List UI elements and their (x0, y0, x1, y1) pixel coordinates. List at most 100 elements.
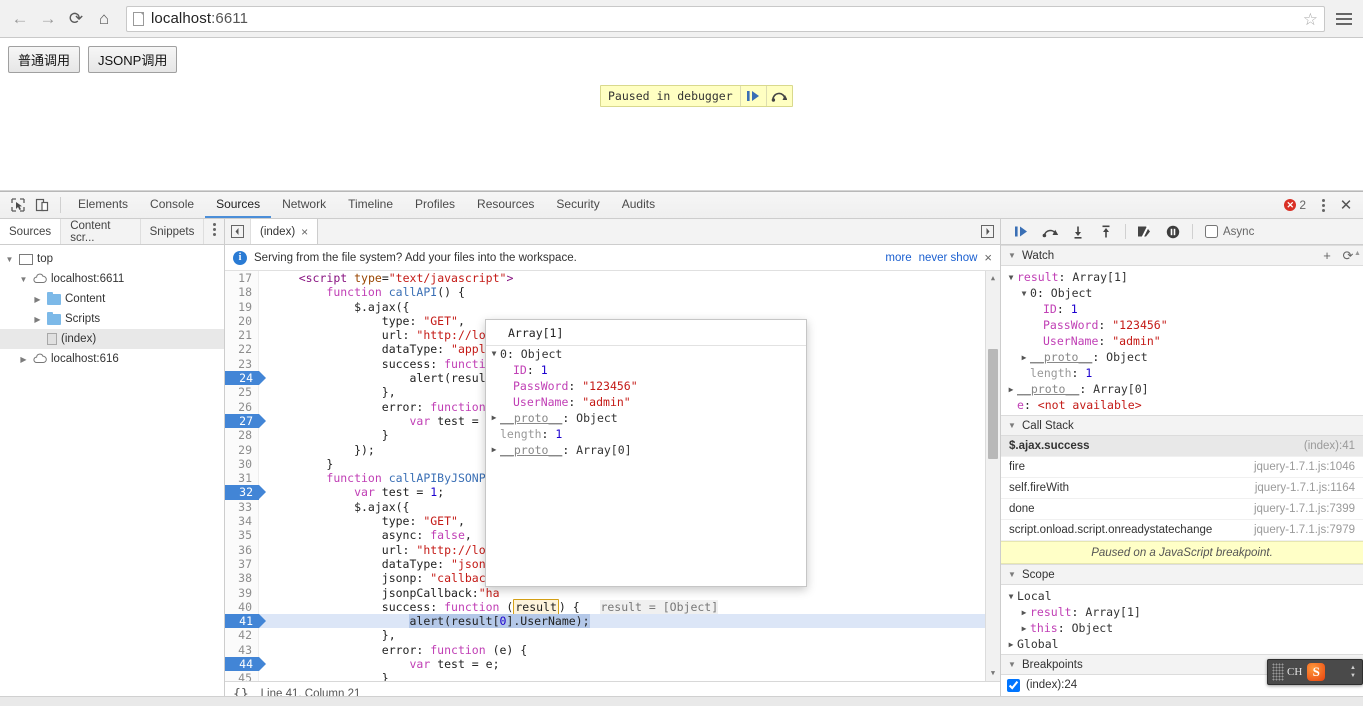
tab-sources[interactable]: Sources (205, 192, 272, 218)
chevron-down-icon[interactable]: ▼ (1005, 273, 1017, 282)
hamburger-menu-icon[interactable] (1331, 5, 1357, 33)
scroll-up-icon[interactable]: ▲ (1352, 247, 1363, 259)
tab-timeline[interactable]: Timeline (337, 192, 404, 218)
breakpoint-checkbox[interactable] (1007, 678, 1020, 692)
close-icon[interactable]: × (301, 225, 308, 239)
chevron-right-icon[interactable]: ▶ (18, 355, 29, 364)
line-number[interactable]: 34 (225, 514, 259, 529)
chevron-down-icon[interactable]: ▼ (1005, 592, 1017, 601)
call-stack-frame[interactable]: fire jquery-1.7.1.js:1046 (1001, 457, 1363, 478)
normal-call-button[interactable]: 普通调用 (8, 46, 81, 73)
object-preview-row[interactable]: ▶length: 1 (486, 426, 806, 442)
code-line[interactable]: 40 success: function (result) { result =… (225, 598, 1000, 615)
line-number[interactable]: 35 (225, 528, 259, 543)
chevron-right-icon[interactable]: ▶ (32, 295, 43, 304)
scope-row[interactable]: ▼ Local (1003, 588, 1363, 604)
object-preview-row[interactable]: ▶PassWord: "123456" (486, 378, 806, 394)
chevron-right-icon[interactable]: ▶ (1018, 353, 1030, 362)
tree-item-localhost-616[interactable]: ▶ localhost:616 (0, 349, 224, 369)
chevron-right-icon[interactable]: ▶ (1018, 624, 1030, 633)
chevron-right-icon[interactable]: ▶ (1005, 385, 1017, 394)
scrollbar-thumb[interactable] (988, 349, 998, 459)
close-icon[interactable]: × (984, 250, 992, 265)
line-number[interactable]: 32 (225, 485, 266, 500)
code-line[interactable]: 41 alert(result[0].UserName); (225, 614, 1000, 629)
line-number[interactable]: 43 (225, 642, 259, 658)
watch-section-header[interactable]: ▼ Watch + ⟳ (1001, 245, 1363, 266)
expand-icon[interactable]: ▲ ▼ (1350, 665, 1356, 679)
tab-security[interactable]: Security (545, 192, 610, 218)
chevron-down-icon[interactable]: ▼ (18, 275, 29, 284)
collapse-sidebar-icon[interactable] (225, 219, 251, 244)
step-out-button[interactable] (1093, 221, 1119, 243)
async-checkbox[interactable] (1205, 225, 1218, 238)
tab-console[interactable]: Console (139, 192, 205, 218)
tree-item-index[interactable]: ▶ (index) (0, 329, 224, 349)
kebab-menu-icon[interactable] (1313, 195, 1333, 215)
line-number[interactable]: 26 (225, 399, 259, 414)
subtab-kebab-menu-icon[interactable] (204, 219, 224, 239)
line-number[interactable]: 27 (225, 413, 266, 429)
chevron-down-icon[interactable]: ▼ (488, 347, 500, 361)
line-number[interactable]: 17 (225, 271, 259, 286)
chevron-down-icon[interactable]: ▼ (1007, 660, 1017, 669)
back-button[interactable]: ← (6, 5, 34, 33)
line-number[interactable]: 30 (225, 456, 259, 472)
scope-row[interactable]: ▶ Global (1003, 636, 1363, 652)
line-number[interactable]: 40 (225, 599, 259, 615)
jsonp-call-button[interactable]: JSONP调用 (88, 46, 178, 73)
watch-row[interactable]: ▶UserName: "admin" (1003, 333, 1363, 349)
tab-network[interactable]: Network (271, 192, 337, 218)
forward-button[interactable]: → (34, 5, 62, 33)
resume-script-icon[interactable] (739, 86, 766, 106)
watch-row[interactable]: ▶ID: 1 (1003, 301, 1363, 317)
line-number[interactable]: 36 (225, 542, 259, 557)
star-icon[interactable]: ☆ (1303, 10, 1318, 30)
line-number[interactable]: 20 (225, 313, 259, 329)
chevron-down-icon[interactable]: ▼ (1018, 289, 1030, 298)
line-number[interactable]: 19 (225, 299, 259, 314)
editor-file-tab-index[interactable]: (index) × (251, 219, 319, 244)
code-line[interactable]: 45 } (225, 671, 1000, 681)
call-stack-frame[interactable]: done jquery-1.7.1.js:7399 (1001, 499, 1363, 520)
deactivate-breakpoints-button[interactable] (1132, 221, 1158, 243)
scroll-down-icon[interactable]: ▼ (986, 666, 1000, 681)
code-line[interactable]: 17 <script type="text/javascript"> (225, 271, 1000, 286)
editor-scrollbar[interactable]: ▲ ▼ (985, 271, 1000, 681)
code-editor[interactable]: 17 <script type="text/javascript"> 18 fun… (225, 271, 1000, 681)
subtab-content-scripts[interactable]: Content scr... (61, 219, 141, 244)
more-link[interactable]: more (885, 252, 911, 264)
line-number[interactable]: 37 (225, 556, 259, 572)
tab-profiles[interactable]: Profiles (404, 192, 466, 218)
resume-script-button[interactable] (1009, 221, 1035, 243)
object-preview-row[interactable]: ▼ 0: Object (486, 346, 806, 362)
code-line[interactable]: 39 jsonpCallback:"ha (225, 585, 1000, 600)
tree-item-top[interactable]: ▼ top (0, 249, 224, 269)
line-number[interactable]: 45 (225, 671, 259, 681)
code-line[interactable]: 18 function callAPI() { (225, 285, 1000, 300)
chevron-right-icon[interactable]: ▶ (488, 443, 500, 457)
watch-row[interactable]: ▶length: 1 (1003, 365, 1363, 381)
subtab-snippets[interactable]: Snippets (141, 219, 205, 244)
reload-button[interactable]: ⟳ (62, 5, 90, 33)
object-preview-row[interactable]: ▶UserName: "admin" (486, 394, 806, 410)
line-number[interactable]: 25 (225, 385, 259, 400)
plus-icon[interactable]: + (1318, 248, 1336, 264)
object-preview-row[interactable]: ▶ID: 1 (486, 362, 806, 378)
line-number[interactable]: 38 (225, 571, 259, 586)
line-number[interactable]: 29 (225, 442, 259, 457)
line-number[interactable]: 39 (225, 585, 259, 600)
tab-audits[interactable]: Audits (611, 192, 666, 218)
address-bar[interactable]: localhost:6611 ☆ (126, 5, 1325, 32)
watch-row[interactable]: ▶ __proto__: Object (1003, 349, 1363, 365)
step-over-button[interactable] (1037, 221, 1063, 243)
call-stack-frame[interactable]: script.onload.script.onreadystatechange j… (1001, 520, 1363, 541)
line-number[interactable]: 21 (225, 328, 259, 343)
tree-item-localhost-6611[interactable]: ▼ localhost:6611 (0, 269, 224, 289)
watch-row[interactable]: ▼ 0: Object (1003, 285, 1363, 301)
code-line[interactable]: 44 var test = e; (225, 657, 1000, 672)
scroll-up-icon[interactable]: ▲ (986, 271, 1000, 286)
drag-grip-icon[interactable] (1272, 663, 1284, 681)
line-number[interactable]: 23 (225, 356, 259, 372)
inspect-element-icon[interactable] (6, 193, 30, 217)
